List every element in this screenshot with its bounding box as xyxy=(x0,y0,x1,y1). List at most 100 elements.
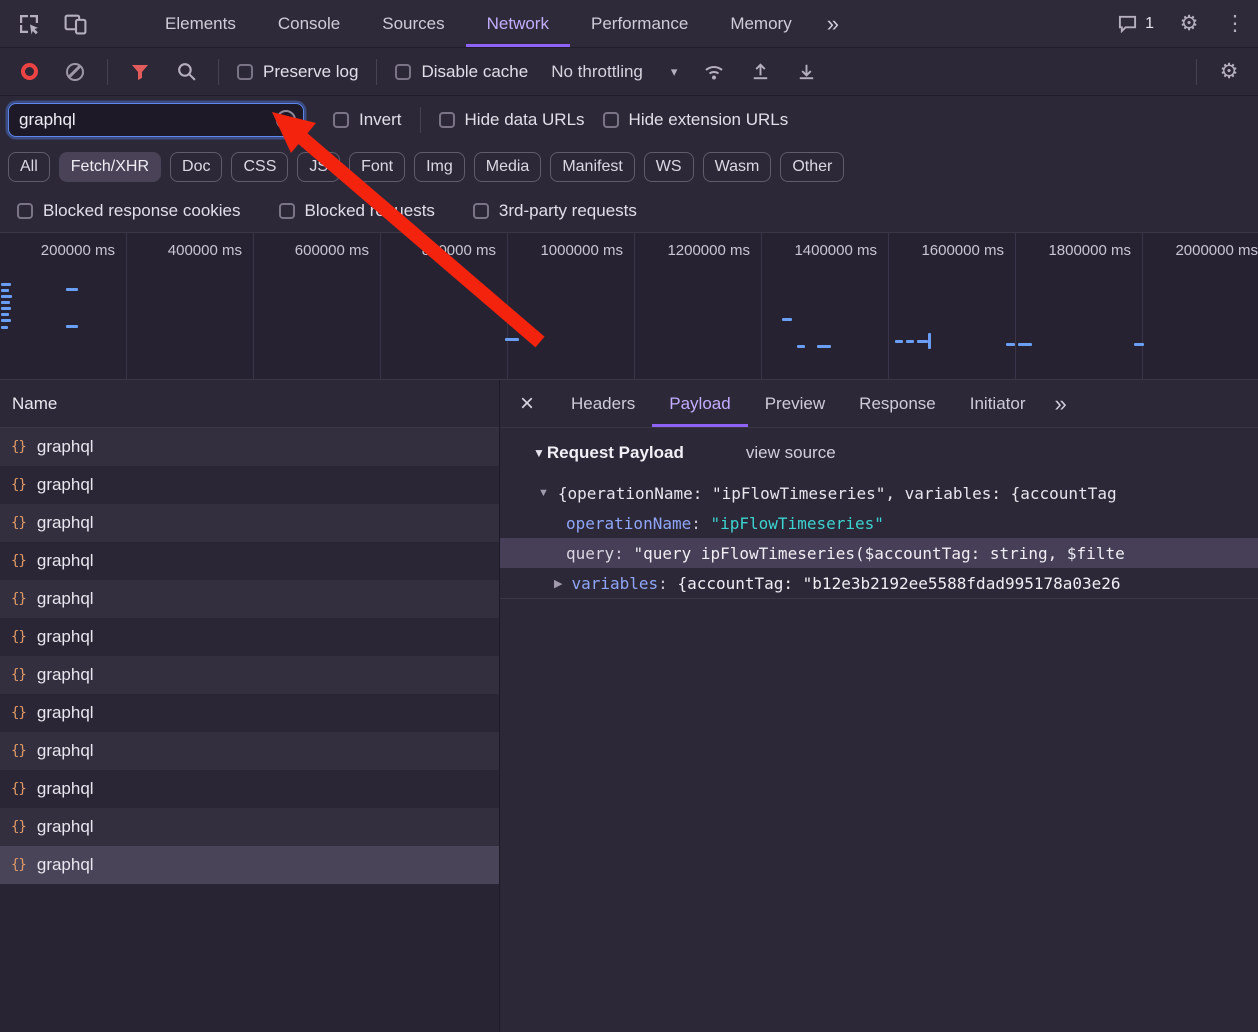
chevron-down-icon: ▾ xyxy=(671,64,678,80)
request-row-selected[interactable]: {}graphql xyxy=(0,846,499,884)
request-row[interactable]: {} graphql xyxy=(0,504,499,542)
timeline-request-bar xyxy=(782,318,792,321)
timeline-label: 1400000 ms xyxy=(762,233,889,379)
details-tab-initiator[interactable]: Initiator xyxy=(953,380,1043,427)
blocked-requests-checkbox[interactable]: Blocked requests xyxy=(270,201,444,221)
colon: : xyxy=(614,544,633,563)
settings-gear-icon[interactable]: ⚙ xyxy=(1166,0,1212,47)
filter-chip-all[interactable]: All xyxy=(8,152,50,182)
request-name: graphql xyxy=(37,703,94,723)
tab-performance[interactable]: Performance xyxy=(570,0,709,47)
view-source-link[interactable]: view source xyxy=(746,443,836,463)
hide-extension-urls-checkbox[interactable]: Hide extension URLs xyxy=(594,110,798,130)
timeline-overview[interactable]: 200000 ms 400000 ms 600000 ms 800000 ms … xyxy=(0,232,1258,380)
request-row[interactable]: {}graphql xyxy=(0,808,499,846)
tab-sources[interactable]: Sources xyxy=(361,0,465,47)
request-row[interactable]: {}graphql xyxy=(0,732,499,770)
timeline-request-bar xyxy=(505,338,519,341)
record-network-log-button[interactable] xyxy=(6,63,52,80)
request-row[interactable]: {}graphql xyxy=(0,770,499,808)
clear-network-log-button[interactable] xyxy=(52,63,98,81)
filter-chip-wasm[interactable]: Wasm xyxy=(703,152,772,182)
fetch-xhr-icon: {} xyxy=(11,439,26,455)
timeline-request-bar xyxy=(817,345,831,348)
request-name: graphql xyxy=(37,589,94,609)
network-toolbar: Preserve log Disable cache No throttling… xyxy=(0,48,1258,96)
export-har-button[interactable] xyxy=(783,60,829,83)
payload-root-node[interactable]: ▼ {operationName: "ipFlowTimeseries", va… xyxy=(500,478,1258,508)
filter-toggle-button[interactable] xyxy=(117,62,163,82)
payload-key: operationName xyxy=(566,514,691,533)
divider xyxy=(107,59,108,85)
disable-cache-checkbox[interactable]: Disable cache xyxy=(386,62,537,82)
timeline-label: 1600000 ms xyxy=(889,233,1016,379)
requests-name-column-header[interactable]: Name xyxy=(0,380,499,428)
filter-chip-other[interactable]: Other xyxy=(780,152,844,182)
details-tab-response[interactable]: Response xyxy=(842,380,953,427)
kebab-menu-icon[interactable]: ⋮ xyxy=(1212,0,1258,47)
tab-memory[interactable]: Memory xyxy=(709,0,812,47)
import-har-button[interactable] xyxy=(737,60,783,83)
request-name: graphql xyxy=(37,779,94,799)
payload-variables-row[interactable]: ▶variables: {accountTag: "b12e3b2192ee55… xyxy=(500,568,1258,598)
more-details-tabs-chevron-icon[interactable]: » xyxy=(1042,380,1078,427)
request-row[interactable]: {}graphql xyxy=(0,618,499,656)
details-tab-headers[interactable]: Headers xyxy=(554,380,652,427)
hide-data-urls-checkbox[interactable]: Hide data URLs xyxy=(430,110,594,130)
timeline-request-bar xyxy=(1,295,12,298)
inspect-element-icon[interactable] xyxy=(6,0,52,47)
device-toolbar-icon[interactable] xyxy=(52,0,98,47)
request-row[interactable]: {}graphql xyxy=(0,580,499,618)
filter-chip-img[interactable]: Img xyxy=(414,152,465,182)
resource-type-filter-row: All Fetch/XHR Doc CSS JS Font Img Media … xyxy=(0,144,1258,190)
invert-label: Invert xyxy=(359,110,402,130)
details-tab-preview[interactable]: Preview xyxy=(748,380,842,427)
filter-input[interactable] xyxy=(8,103,304,137)
request-row[interactable]: {}graphql xyxy=(0,694,499,732)
filter-chip-css[interactable]: CSS xyxy=(231,152,288,182)
blocked-response-cookies-checkbox[interactable]: Blocked response cookies xyxy=(8,201,250,221)
tab-console[interactable]: Console xyxy=(257,0,361,47)
filter-chip-manifest[interactable]: Manifest xyxy=(550,152,634,182)
network-conditions-button[interactable] xyxy=(691,60,737,84)
invert-checkbox[interactable]: Invert xyxy=(324,110,411,130)
filter-chip-doc[interactable]: Doc xyxy=(170,152,222,182)
filter-chip-ws[interactable]: WS xyxy=(644,152,694,182)
request-name: graphql xyxy=(37,513,94,533)
payload-bottom-divider xyxy=(500,598,1258,599)
more-panels-chevron-icon[interactable]: » xyxy=(813,0,853,47)
request-row[interactable]: {}graphql xyxy=(0,466,499,504)
divider xyxy=(1196,59,1197,85)
payload-query-row-selected[interactable]: query: "query ipFlowTimeseries($accountT… xyxy=(500,538,1258,568)
filter-chip-fetch-xhr[interactable]: Fetch/XHR xyxy=(59,152,161,182)
divider xyxy=(218,59,219,85)
tab-network[interactable]: Network xyxy=(466,0,570,47)
throttling-select[interactable]: No throttling ▾ xyxy=(537,62,691,82)
request-payload-section-header[interactable]: ▼ Request Payload view source xyxy=(500,428,1258,478)
colon: : xyxy=(658,574,677,593)
search-button[interactable] xyxy=(163,61,209,82)
network-settings-gear-icon[interactable]: ⚙ xyxy=(1206,59,1252,84)
filter-chip-js[interactable]: JS xyxy=(297,152,340,182)
preserve-log-checkbox[interactable]: Preserve log xyxy=(228,62,367,82)
request-row[interactable]: {}graphql xyxy=(0,428,499,466)
filter-chip-font[interactable]: Font xyxy=(349,152,405,182)
console-messages-badge[interactable]: 1 xyxy=(1105,0,1166,47)
timeline-request-bar xyxy=(917,340,928,343)
checkbox-box xyxy=(279,203,295,219)
details-tab-payload[interactable]: Payload xyxy=(652,380,747,427)
close-details-icon[interactable]: × xyxy=(500,380,554,427)
fetch-xhr-icon: {} xyxy=(11,515,26,531)
clear-filter-icon[interactable]: × xyxy=(276,110,296,130)
tab-elements[interactable]: Elements xyxy=(144,0,257,47)
checkbox-box xyxy=(439,112,455,128)
request-row[interactable]: {}graphql xyxy=(0,542,499,580)
panel-tabs: Elements Console Sources Network Perform… xyxy=(144,0,853,47)
collapsed-triangle-icon: ▶ xyxy=(554,577,562,590)
filter-chip-media[interactable]: Media xyxy=(474,152,542,182)
request-row[interactable]: {}graphql xyxy=(0,656,499,694)
devtools-tabbar: Elements Console Sources Network Perform… xyxy=(0,0,1258,48)
third-party-requests-checkbox[interactable]: 3rd-party requests xyxy=(464,201,646,221)
payload-operationname-row[interactable]: operationName: "ipFlowTimeseries" xyxy=(500,508,1258,538)
timeline-label: 200000 ms xyxy=(0,233,127,379)
